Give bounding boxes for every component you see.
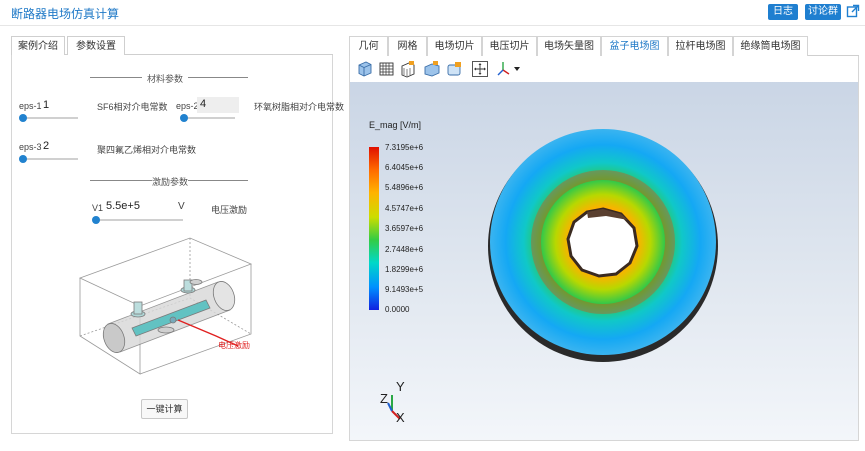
legend-tick: 5.4896e+6 [385, 183, 424, 192]
eps3-value[interactable]: 2 [43, 140, 49, 152]
tab-voltage-slice[interactable]: 电压切片 [482, 36, 537, 56]
discuss-group-button[interactable]: 讨论群 [805, 4, 841, 20]
eps1-label: eps-1 [19, 101, 42, 111]
v1-slider[interactable] [95, 219, 183, 221]
section-divider-right [188, 77, 248, 78]
fit-view-icon[interactable] [471, 60, 489, 78]
eps3-slider-handle[interactable] [19, 155, 27, 163]
legend-tick: 7.3195e+6 [385, 143, 424, 152]
eps3-slider[interactable] [22, 158, 78, 160]
tab-rod-field[interactable]: 拉杆电场图 [668, 36, 733, 56]
eps2-value[interactable]: 4 [200, 98, 206, 110]
eps2-description: 环氧树脂相对介电常数 [254, 102, 345, 112]
one-click-compute-button[interactable]: 一键计算 [141, 399, 188, 419]
legend-tick: 9.1493e+5 [385, 285, 424, 294]
v1-slider-handle[interactable] [92, 216, 100, 224]
app-title: 断路器电场仿真计算 [11, 7, 120, 21]
v1-value[interactable]: 5.5e+5 [106, 200, 140, 212]
eps3-description: 聚四氟乙烯相对介电常数 [97, 145, 197, 155]
legend-tick: 2.7448e+6 [385, 245, 424, 254]
legend-tick: 6.4045e+6 [385, 163, 424, 172]
axis-y-label: Y [396, 379, 405, 394]
v1-label: V1 [92, 203, 104, 213]
legend-title: E_mag [V/m] [369, 120, 422, 130]
tab-insulating-cylinder-field[interactable]: 绝缘筒电场图 [733, 36, 808, 56]
eps2-label: eps-2 [176, 101, 199, 111]
axis-x-label: X [396, 410, 405, 425]
external-link-icon[interactable] [846, 4, 860, 18]
eps1-slider-handle[interactable] [19, 114, 27, 122]
surface-icon[interactable] [423, 60, 441, 78]
log-button[interactable]: 日志 [768, 4, 798, 20]
legend-tick: 0.0000 [385, 305, 410, 314]
eps2-slider-handle[interactable] [180, 114, 188, 122]
tab-params[interactable]: 参数设置 [67, 36, 125, 56]
left-tab-bar: 案例介绍 参数设置 [11, 36, 333, 56]
eps2-slider[interactable] [183, 117, 235, 119]
material-section-title: 材料参数 [146, 74, 183, 84]
voltage-excitation-callout: 电压激励 [218, 341, 250, 350]
excitation-section-title: 激励参数 [152, 177, 189, 187]
edges-icon[interactable] [446, 60, 464, 78]
3d-viewer[interactable]: E_mag [V/m] 7.3195e+6 6.4045e+6 5.4896e+… [349, 56, 859, 441]
section-divider-right [188, 180, 248, 181]
eps1-description: SF6相对介电常数 [97, 102, 168, 112]
eps1-value[interactable]: 1 [43, 99, 49, 111]
section-divider-left [90, 180, 152, 181]
legend-tick: 4.5747e+6 [385, 204, 424, 213]
viewer-toolbar [350, 56, 858, 82]
result-tab-bar: 几何 网格 电场切片 电压切片 电场矢量图 盆子电场图 拉杆电场图 绝缘筒电场图 [349, 36, 859, 57]
tab-basin-insulator-field[interactable]: 盆子电场图 [601, 36, 668, 57]
legend-tick: 3.6597e+6 [385, 224, 424, 233]
color-scale-bar [369, 147, 379, 310]
tab-mesh[interactable]: 网格 [388, 36, 427, 56]
legend-tick: 1.8299e+6 [385, 265, 424, 274]
mesh-grid-icon[interactable] [378, 60, 396, 78]
eps3-label: eps-3 [19, 142, 42, 152]
v1-description: 电压激励 [211, 205, 248, 215]
axes-orient-icon[interactable] [495, 60, 521, 78]
section-divider-left [90, 77, 142, 78]
view-cube-icon[interactable] [356, 60, 374, 78]
title-bar: 断路器电场仿真计算 日志 讨论群 [0, 0, 865, 26]
tab-field-vector[interactable]: 电场矢量图 [537, 36, 601, 56]
header-divider [0, 25, 865, 26]
tab-field-slice[interactable]: 电场切片 [427, 36, 482, 56]
tab-case-intro[interactable]: 案例介绍 [11, 36, 65, 55]
v1-unit: V [178, 201, 185, 212]
basin-insulator-field-plot [488, 129, 718, 362]
breaker-model-image [78, 237, 253, 375]
tab-geometry[interactable]: 几何 [349, 36, 388, 56]
wireframe-icon[interactable] [399, 60, 417, 78]
axis-z-label: Z [380, 391, 388, 406]
eps1-slider[interactable] [22, 117, 78, 119]
